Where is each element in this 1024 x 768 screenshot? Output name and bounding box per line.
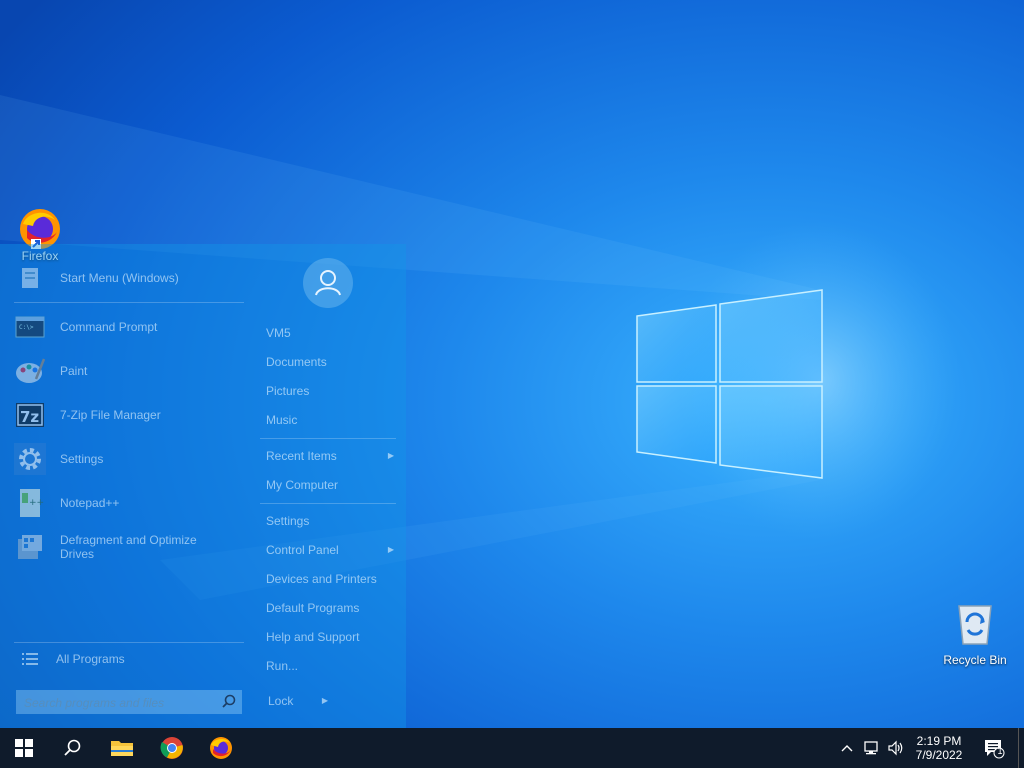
firefox-icon: [210, 737, 232, 759]
command-prompt-icon: C:\>: [15, 316, 45, 338]
show-hidden-icons-button[interactable]: [836, 728, 858, 768]
svg-text:C:\>: C:\>: [19, 324, 34, 331]
svg-text:++: ++: [29, 498, 44, 508]
start-menu-places-pane: VM5 Documents Pictures Music Recent Item…: [248, 244, 406, 728]
program-label: Paint: [60, 364, 88, 378]
all-programs-label: All Programs: [56, 652, 125, 666]
lock-label: Lock: [268, 694, 294, 708]
action-center-button[interactable]: 1: [978, 728, 1010, 768]
program-label: Notepad++: [60, 496, 120, 510]
taskbar-search-button[interactable]: [48, 728, 96, 768]
place-label: Pictures: [266, 384, 310, 398]
program-settings[interactable]: Settings: [14, 439, 246, 479]
program-command-prompt[interactable]: C:\> Command Prompt: [14, 307, 246, 347]
place-my-computer[interactable]: My Computer: [266, 475, 398, 495]
clock-time: 2:19 PM: [916, 734, 962, 748]
7zip-icon: 7z: [16, 403, 44, 427]
place-run[interactable]: Run...: [266, 656, 398, 676]
list-icon: [22, 653, 38, 665]
notification-count-badge: 1: [997, 746, 1003, 756]
search-icon: [64, 739, 81, 756]
place-devices-printers[interactable]: Devices and Printers: [266, 569, 398, 589]
separator: [260, 503, 396, 504]
place-label: My Computer: [266, 478, 339, 492]
search-icon[interactable]: [222, 694, 236, 708]
program-7zip[interactable]: 7z 7-Zip File Manager: [14, 395, 246, 435]
notepad-plus-plus-icon: ++: [20, 489, 44, 517]
network-icon: [864, 741, 878, 755]
place-label: Devices and Printers: [266, 572, 377, 586]
program-label: Command Prompt: [60, 320, 158, 334]
start-menu-search-box[interactable]: [16, 690, 242, 714]
taskbar: 2:19 PM 7/9/2022 1: [0, 728, 1024, 768]
start-menu-windows-icon: [22, 268, 38, 288]
place-label: Help and Support: [266, 630, 360, 644]
svg-text:7z: 7z: [20, 408, 39, 426]
clock[interactable]: 2:19 PM 7/9/2022: [910, 728, 968, 768]
taskbar-firefox[interactable]: [197, 728, 245, 768]
place-user-folder[interactable]: VM5: [266, 323, 398, 343]
program-label: 7-Zip File Manager: [60, 408, 161, 422]
place-label: VM5: [266, 326, 291, 340]
place-label: Documents: [266, 355, 327, 369]
place-label: Settings: [266, 514, 310, 528]
desktop-icon-label: Recycle Bin: [943, 653, 1007, 667]
show-desktop-button[interactable]: [1018, 728, 1024, 768]
program-label: Start Menu (Windows): [60, 271, 179, 285]
gear-icon: [14, 443, 46, 475]
separator: [260, 438, 396, 439]
place-recent-items[interactable]: Recent Items ▶: [266, 446, 398, 466]
program-start-menu-windows[interactable]: Start Menu (Windows): [14, 258, 246, 298]
taskbar-chrome[interactable]: [148, 728, 196, 768]
speaker-icon: [888, 740, 903, 756]
place-pictures[interactable]: Pictures: [266, 381, 398, 401]
recycle-bin-icon: [958, 605, 992, 645]
start-menu-programs-pane: Start Menu (Windows) C:\> Command Prompt…: [0, 244, 248, 728]
user-avatar[interactable]: [303, 258, 353, 308]
search-input[interactable]: [22, 693, 216, 713]
user-icon: [315, 270, 341, 296]
chevron-up-icon: [841, 745, 853, 752]
separator: [14, 302, 244, 303]
defragment-icon: [18, 535, 42, 559]
start-button[interactable]: [0, 728, 48, 768]
lock-button[interactable]: Lock ▶: [268, 691, 328, 711]
start-menu: Start Menu (Windows) C:\> Command Prompt…: [0, 244, 406, 728]
place-label: Default Programs: [266, 601, 360, 615]
program-label: Defragment and Optimize Drives: [60, 533, 197, 561]
place-label: Music: [266, 413, 298, 427]
place-label: Run...: [266, 659, 299, 673]
volume-control[interactable]: [884, 728, 908, 768]
submenu-arrow-icon: ▶: [387, 451, 394, 460]
desktop-icon-recycle-bin[interactable]: Recycle Bin: [935, 600, 1015, 667]
place-help-support[interactable]: Help and Support: [266, 627, 398, 647]
clock-date: 7/9/2022: [915, 748, 963, 762]
network-status[interactable]: [858, 728, 884, 768]
paint-icon: [16, 358, 46, 383]
place-settings[interactable]: Settings: [266, 511, 398, 531]
program-label: Settings: [60, 452, 104, 466]
place-default-programs[interactable]: Default Programs: [266, 598, 398, 618]
place-music[interactable]: Music: [266, 410, 398, 430]
program-defragment-drives[interactable]: Defragment and Optimize Drives: [14, 527, 246, 567]
taskbar-file-explorer[interactable]: [98, 728, 146, 768]
folder-icon: [111, 741, 133, 756]
place-label: Recent Items: [266, 449, 337, 463]
place-documents[interactable]: Documents: [266, 352, 398, 372]
program-paint[interactable]: Paint: [14, 351, 246, 391]
windows-logo-icon: [15, 739, 33, 757]
lock-options-arrow-icon[interactable]: ▶: [322, 691, 328, 711]
place-label: Control Panel: [266, 543, 339, 557]
place-control-panel[interactable]: Control Panel ▶: [266, 540, 398, 560]
all-programs-button[interactable]: All Programs: [14, 640, 246, 678]
submenu-arrow-icon: ▶: [387, 545, 394, 554]
program-notepad-plus-plus[interactable]: ++ Notepad++: [14, 483, 246, 523]
chrome-icon: [160, 737, 183, 759]
